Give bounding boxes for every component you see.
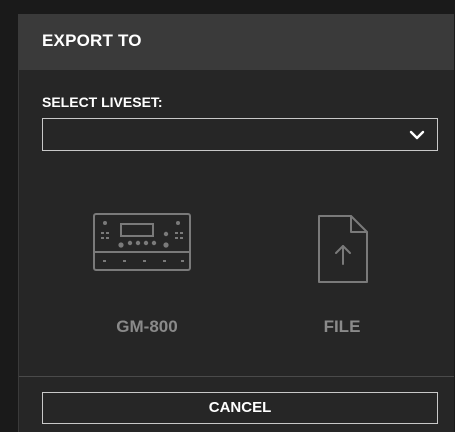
file-upload-icon: [318, 215, 368, 283]
gm-800-device-icon: [93, 213, 191, 271]
liveset-select[interactable]: [42, 118, 438, 151]
export-option-label: FILE: [323, 317, 361, 336]
cancel-button[interactable]: CANCEL: [42, 392, 438, 424]
export-option-label: GM-800: [116, 317, 178, 336]
dialog-header: EXPORT TO: [19, 14, 454, 70]
export-dialog: EXPORT TO SELECT LIVESET: GM-800 FILE CA…: [18, 14, 454, 432]
chevron-down-icon: [409, 130, 425, 140]
export-option-gm-800[interactable]: GM-800: [72, 212, 222, 352]
footer-divider: [19, 376, 454, 377]
select-liveset-label: SELECT LIVESET:: [42, 94, 163, 110]
dialog-title: EXPORT TO: [42, 31, 142, 50]
export-option-file[interactable]: FILE: [267, 212, 417, 352]
